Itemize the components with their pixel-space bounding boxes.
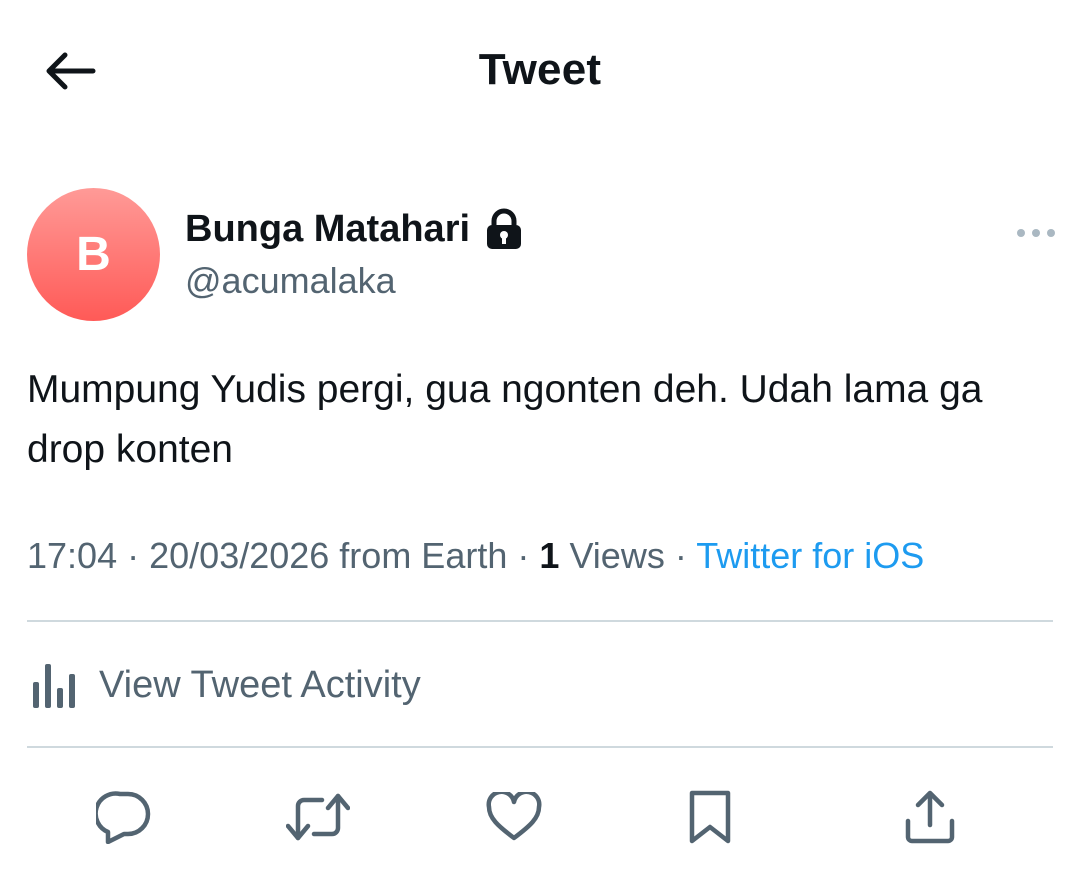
divider <box>27 746 1053 748</box>
meta-separator: · <box>517 535 530 576</box>
bar-chart-icon <box>27 662 77 708</box>
views-count: 1 <box>539 535 560 576</box>
page-title: Tweet <box>478 45 602 94</box>
retweet-icon <box>286 792 350 842</box>
tweet-source-link[interactable]: Twitter for iOS <box>696 535 924 576</box>
more-options-button[interactable] <box>1012 220 1060 246</box>
bookmark-icon <box>687 789 733 845</box>
bookmark-button[interactable] <box>678 785 742 849</box>
like-button[interactable] <box>482 785 546 849</box>
meta-separator: · <box>127 535 140 576</box>
more-horizontal-icon <box>1016 228 1056 238</box>
retweet-button[interactable] <box>286 785 350 849</box>
tweet-text: Mumpung Yudis pergi, gua ngonten deh. Ud… <box>27 368 983 471</box>
avatar[interactable]: B <box>27 188 160 321</box>
share-icon <box>902 789 958 845</box>
views-label: Views <box>569 535 665 576</box>
like-icon <box>486 792 542 842</box>
meta-separator: · <box>674 535 687 576</box>
author-name-row[interactable]: Bunga Matahari <box>185 207 524 251</box>
reply-button[interactable] <box>92 785 156 849</box>
avatar-initial: B <box>76 228 111 281</box>
author-handle[interactable]: @acumalaka <box>185 260 396 302</box>
share-button[interactable] <box>898 785 962 849</box>
divider <box>27 620 1053 622</box>
reply-icon <box>96 790 152 844</box>
lock-icon <box>484 207 524 251</box>
view-tweet-activity-button[interactable]: View Tweet Activity <box>27 655 421 715</box>
tweet-time[interactable]: 17:04 <box>27 535 117 576</box>
view-tweet-activity-label: View Tweet Activity <box>99 663 421 706</box>
author-name: Bunga Matahari <box>185 207 471 250</box>
tweet-date-location[interactable]: 20/03/2026 from Earth <box>149 535 507 576</box>
tweet-meta: 17:04 · 20/03/2026 from Earth · 1 Views … <box>27 535 924 577</box>
